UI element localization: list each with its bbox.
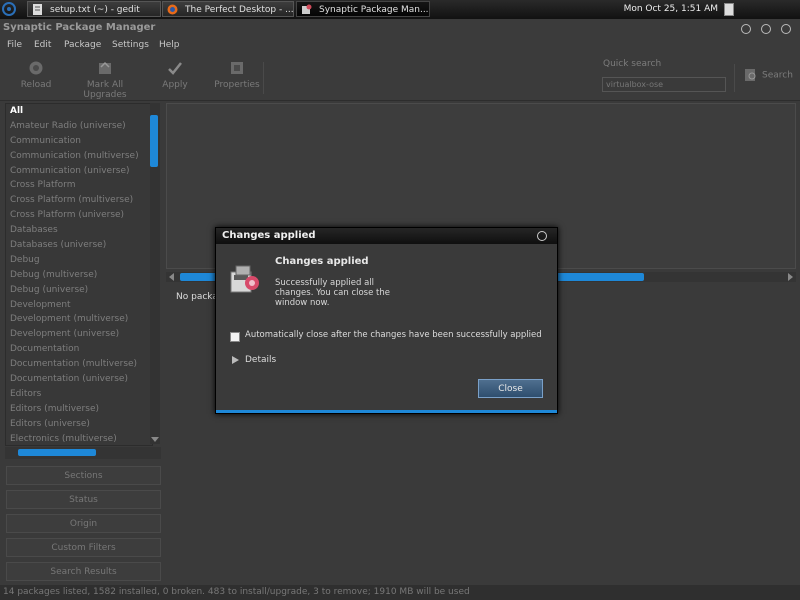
section-item[interactable]: All [6, 104, 152, 119]
auto-close-label[interactable]: Automatically close after the changes ha… [245, 330, 542, 340]
close-icon[interactable] [781, 24, 791, 34]
section-item[interactable]: Cross Platform [6, 178, 152, 193]
section-list-hscrollbar[interactable] [5, 447, 161, 459]
apply-label: Apply [162, 80, 188, 90]
filter-sections-button[interactable]: Sections [6, 466, 161, 485]
toolbar-separator [734, 64, 735, 92]
scroll-left-icon[interactable] [169, 273, 174, 281]
apply-button[interactable]: Apply [160, 60, 190, 90]
menu-help[interactable]: Help [159, 40, 180, 50]
window-titlebar[interactable]: Synaptic Package Manager [0, 19, 800, 38]
section-item[interactable]: Documentation (universe) [6, 372, 152, 387]
quick-search-label: Quick search [603, 59, 662, 69]
scrollbar-thumb[interactable] [18, 449, 96, 456]
menubar: File Edit Package Settings Help [0, 38, 800, 54]
section-item[interactable]: Communication [6, 134, 152, 149]
expander-arrow-icon[interactable] [232, 356, 239, 364]
task-label: setup.txt (~) - gedit [50, 5, 140, 15]
task-gedit[interactable]: setup.txt (~) - gedit [27, 1, 161, 17]
section-item[interactable]: Electronics (multiverse) [6, 432, 152, 445]
section-item[interactable]: Debug [6, 253, 152, 268]
top-panel: setup.txt (~) - gedit The Perfect Deskto… [0, 0, 800, 20]
section-item[interactable]: Editors (universe) [6, 417, 152, 432]
menu-file[interactable]: File [7, 40, 22, 50]
dialog-heading: Changes applied [275, 256, 369, 267]
task-synaptic[interactable]: Synaptic Package Man... [296, 1, 430, 17]
section-item[interactable]: Databases [6, 223, 152, 238]
window-title: Synaptic Package Manager [3, 22, 156, 33]
package-description: No packa [176, 292, 218, 302]
details-expander[interactable]: Details [245, 355, 276, 365]
close-button[interactable]: Close [478, 379, 543, 398]
section-item[interactable]: Documentation (multiverse) [6, 357, 152, 372]
filter-status-button[interactable]: Status [6, 490, 161, 509]
scrollbar-thumb[interactable] [150, 115, 158, 167]
section-item[interactable]: Communication (universe) [6, 164, 152, 179]
section-item[interactable]: Editors (multiverse) [6, 402, 152, 417]
scroll-down-icon[interactable] [151, 437, 159, 442]
menu-settings[interactable]: Settings [112, 40, 149, 50]
menu-edit[interactable]: Edit [34, 40, 51, 50]
mark-all-label: Mark All Upgrades [83, 80, 127, 100]
section-item[interactable]: Communication (multiverse) [6, 149, 152, 164]
toolbar-separator [263, 62, 264, 94]
mark-all-upgrades-button[interactable]: Mark All Upgrades [66, 60, 144, 100]
task-label: Synaptic Package Man... [319, 5, 429, 15]
reload-icon [28, 60, 44, 76]
section-item[interactable]: Amateur Radio (universe) [6, 119, 152, 134]
section-item[interactable]: Databases (universe) [6, 238, 152, 253]
changes-applied-dialog: Changes applied Changes applied Successf… [215, 227, 558, 414]
filter-search-results-button[interactable]: Search Results [6, 562, 161, 581]
section-item[interactable]: Cross Platform (multiverse) [6, 193, 152, 208]
dialog-titlebar[interactable]: Changes applied [216, 228, 557, 244]
checkmark-icon [167, 60, 183, 76]
clock[interactable]: Mon Oct 25, 1:51 AM [624, 0, 718, 19]
session-icon[interactable] [724, 3, 734, 16]
properties-button[interactable]: Properties [214, 60, 260, 90]
minimize-icon[interactable] [741, 24, 751, 34]
section-list[interactable]: All Amateur Radio (universe) Communicati… [5, 103, 153, 446]
properties-icon [229, 60, 245, 76]
auto-close-checkbox[interactable] [230, 332, 240, 342]
menu-package[interactable]: Package [64, 40, 101, 50]
status-bar: 14 packages listed, 1582 installed, 0 br… [0, 585, 800, 600]
section-item[interactable]: Editors [6, 387, 152, 402]
firefox-icon [167, 4, 178, 15]
text-editor-icon [32, 4, 43, 15]
search-button[interactable]: Search [744, 68, 793, 82]
dialog-close-icon[interactable] [537, 231, 547, 241]
search-label: Search [762, 70, 793, 81]
scroll-right-icon[interactable] [788, 273, 793, 281]
properties-label: Properties [214, 80, 260, 90]
section-list-scrollbar[interactable] [150, 103, 160, 444]
package-install-icon [228, 262, 262, 296]
section-item[interactable]: Development (universe) [6, 327, 152, 342]
section-item[interactable]: Development [6, 298, 152, 313]
upgrade-icon [97, 60, 113, 76]
filter-origin-button[interactable]: Origin [6, 514, 161, 533]
synaptic-icon [301, 4, 312, 15]
search-icon [744, 68, 758, 82]
reload-button[interactable]: Reload [20, 60, 52, 90]
ubuntu-menu-icon[interactable] [1, 1, 17, 17]
reload-label: Reload [20, 80, 52, 90]
task-firefox[interactable]: The Perfect Desktop - ... [162, 1, 294, 17]
filter-custom-button[interactable]: Custom Filters [6, 538, 161, 557]
task-label: The Perfect Desktop - ... [185, 5, 294, 15]
section-item[interactable]: Debug (universe) [6, 283, 152, 298]
dialog-message: Successfully applied all changes. You ca… [275, 278, 390, 308]
section-item[interactable]: Cross Platform (universe) [6, 208, 152, 223]
dialog-accent-bar [216, 410, 557, 413]
quick-search-input[interactable] [602, 77, 726, 92]
maximize-icon[interactable] [761, 24, 771, 34]
section-item[interactable]: Development (multiverse) [6, 312, 152, 327]
dialog-title: Changes applied [222, 230, 316, 241]
section-item[interactable]: Documentation [6, 342, 152, 357]
section-item[interactable]: Debug (multiverse) [6, 268, 152, 283]
